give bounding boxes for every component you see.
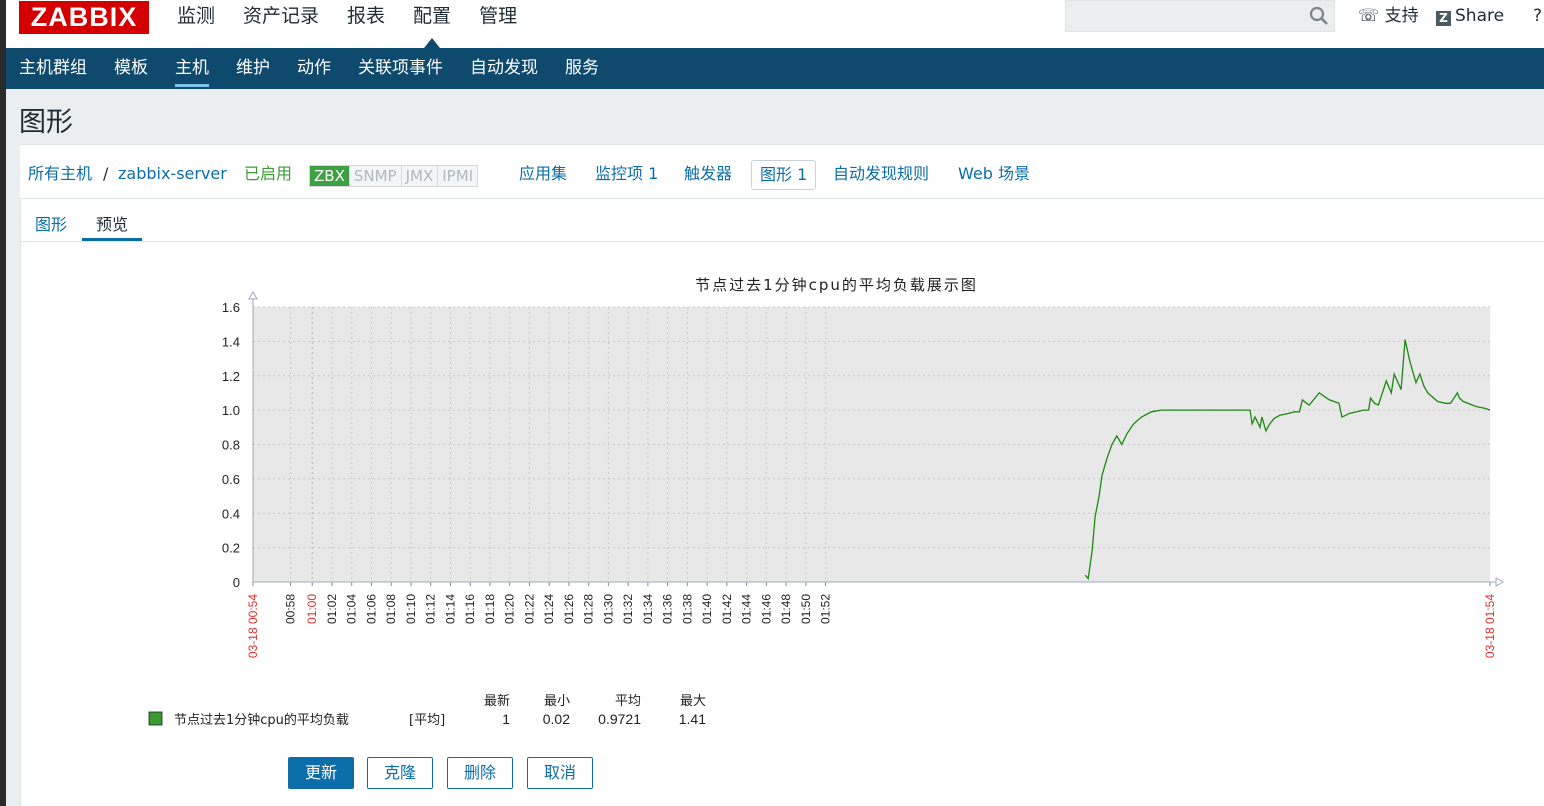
legend-header: 最小 bbox=[544, 694, 570, 709]
clone-button[interactable]: 克隆 bbox=[367, 757, 433, 789]
x-tick-label: 01:10 bbox=[404, 594, 418, 624]
y-axis-arrow bbox=[248, 290, 258, 300]
delete-button[interactable]: 删除 bbox=[447, 757, 513, 789]
x-tick-label: 01:04 bbox=[345, 594, 359, 624]
cancel-button[interactable]: 取消 bbox=[527, 757, 593, 789]
y-tick-label: 0.6 bbox=[222, 472, 240, 487]
update-button[interactable]: 更新 bbox=[288, 757, 354, 789]
legend-label: 节点过去1分钟cpu的平均负载 bbox=[174, 712, 349, 728]
x-tick-label: 01:40 bbox=[700, 594, 714, 624]
legend-value: 0.9721 bbox=[598, 711, 641, 727]
x-tick-label: 01:02 bbox=[325, 594, 339, 624]
graph-preview: 节点过去1分钟cpu的平均负载展示图 0 0.2 0.4 0.6 0.8 1.0 1.2 1.4… bbox=[148, 276, 1505, 728]
x-tick-label: 01:20 bbox=[503, 594, 517, 624]
x-tick-label: 01:08 bbox=[384, 594, 398, 624]
x-tick-label: 01:36 bbox=[661, 594, 675, 624]
legend-function: [平均] bbox=[409, 713, 445, 728]
x-tick-label: 01:06 bbox=[364, 594, 378, 624]
x-tick-label: 01:26 bbox=[562, 594, 576, 624]
y-tick-label: 1.4 bbox=[222, 334, 240, 349]
y-tick-label: 1.0 bbox=[222, 403, 240, 418]
legend-value: 1 bbox=[502, 711, 510, 727]
x-tick-label: 01:18 bbox=[483, 594, 497, 624]
legend-value: 1.41 bbox=[679, 711, 706, 727]
x-tick-label: 01:44 bbox=[740, 594, 754, 624]
x-tick-label: 01:28 bbox=[582, 594, 596, 624]
y-tick-label: 0.4 bbox=[222, 506, 240, 521]
legend-header: 最新 bbox=[484, 693, 510, 709]
legend-value: 0.02 bbox=[543, 711, 570, 727]
legend-swatch bbox=[148, 711, 163, 726]
legend-header: 平均 bbox=[615, 694, 641, 709]
x-tick-label: 01:46 bbox=[759, 594, 773, 624]
x-tick-label: 01:50 bbox=[799, 594, 813, 624]
x-tick-label: 01:12 bbox=[424, 594, 438, 624]
x-tick-label: 01:14 bbox=[443, 594, 457, 624]
x-tick-label: 03-18 00:54 bbox=[246, 594, 260, 658]
y-tick-label: 0.8 bbox=[222, 438, 240, 453]
chart-title: 节点过去1分钟cpu的平均负载展示图 bbox=[695, 276, 978, 294]
y-tick-label: 1.2 bbox=[222, 369, 240, 384]
x-tick-label: 01:38 bbox=[680, 594, 694, 624]
x-tick-label: 01:34 bbox=[641, 594, 655, 624]
y-tick-label: 0.2 bbox=[222, 541, 240, 556]
x-tick-label: 01:30 bbox=[601, 594, 615, 624]
x-tick-label: 01:24 bbox=[542, 594, 556, 624]
x-tick-label: 01:52 bbox=[819, 594, 833, 624]
x-tick-label: 03-18 01:54 bbox=[1483, 594, 1497, 658]
x-axis-arrow bbox=[1495, 577, 1505, 587]
x-tick-label: 00:58 bbox=[284, 594, 298, 624]
x-tick-label: 01:32 bbox=[621, 594, 635, 624]
y-tick-label: 0 bbox=[233, 575, 240, 590]
x-tick-label: 01:48 bbox=[779, 594, 793, 624]
y-tick-label: 1.6 bbox=[222, 300, 240, 315]
legend-header: 最大 bbox=[680, 694, 706, 709]
x-tick-label: 01:22 bbox=[522, 594, 536, 624]
x-tick-label: 01:42 bbox=[720, 594, 734, 624]
x-tick-label: 01:00 bbox=[305, 594, 319, 624]
x-tick-label: 01:16 bbox=[463, 594, 477, 624]
